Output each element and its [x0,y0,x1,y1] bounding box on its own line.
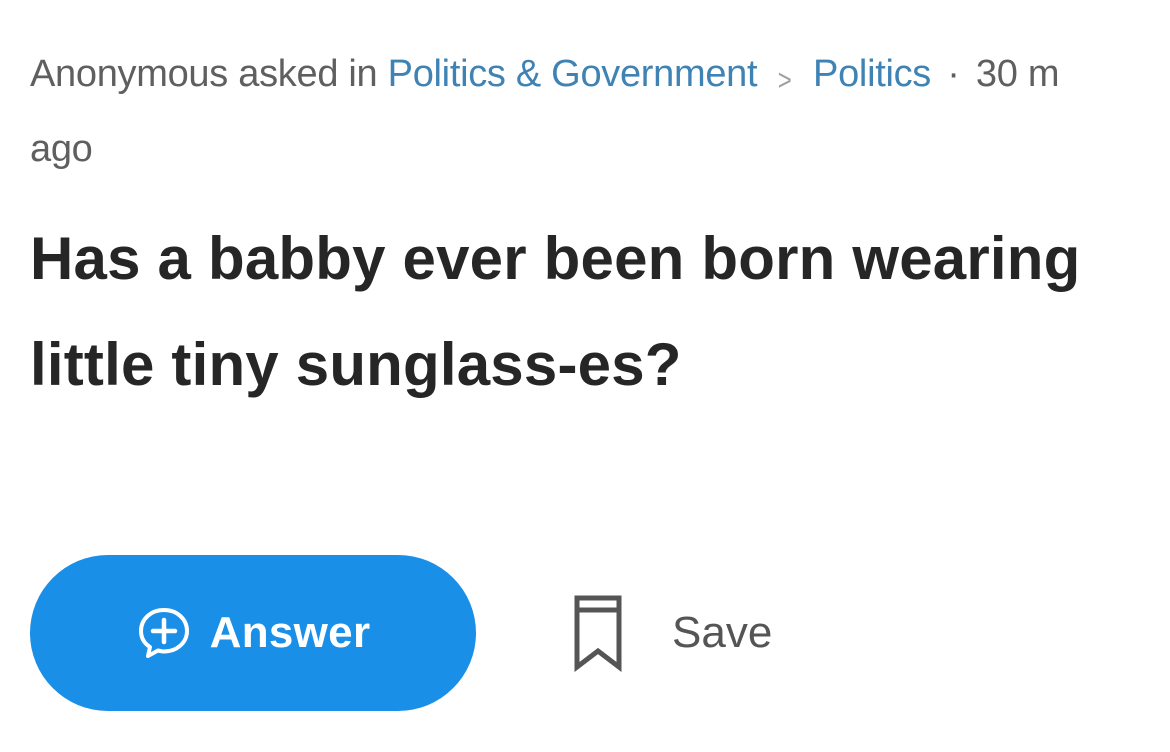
bookmark-icon [572,594,624,673]
meta-separator: · [947,53,960,95]
action-bar: Answer Save [30,555,772,711]
question-title-text: Has a babby ever been born wearing littl… [30,225,1081,398]
question-meta: Anonymous asked in Politics & Government… [30,38,1170,185]
answer-button[interactable]: Answer [30,555,476,711]
save-button[interactable]: Save [572,594,773,673]
category-link[interactable]: Politics & Government [388,53,758,95]
answer-button-label: Answer [209,608,371,657]
time-ago: 30 m [975,53,1060,95]
save-button-label: Save [672,608,773,657]
question-title: Has a babby ever been born wearing littl… [30,206,1160,418]
asked-in-text: asked in [238,53,378,95]
time-ago-suffix: ago [30,128,93,170]
add-comment-icon [136,605,192,661]
author-name: Anonymous [30,53,228,95]
chevron-right-icon: > [777,64,792,97]
subcategory-link[interactable]: Politics [813,53,931,95]
